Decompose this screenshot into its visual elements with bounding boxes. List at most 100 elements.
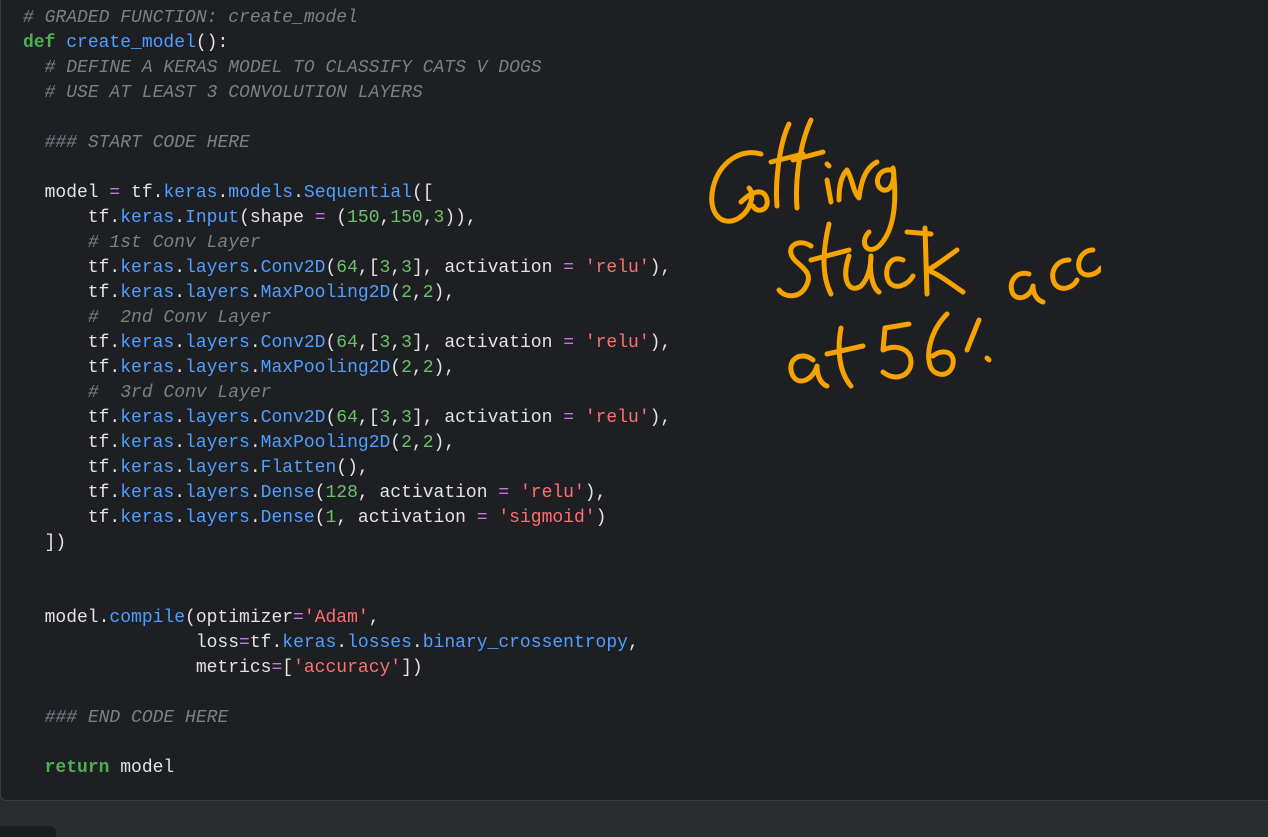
code-token: . xyxy=(174,333,186,353)
code-token: layers xyxy=(185,508,250,528)
code-token: Dense xyxy=(260,483,315,503)
code-token: 'accuracy' xyxy=(293,658,402,678)
code-token: model xyxy=(23,183,110,203)
code-token: , activation xyxy=(357,483,499,503)
code-token: 64 xyxy=(336,333,358,353)
code-token: = xyxy=(476,508,488,528)
code-token: . xyxy=(249,483,261,503)
code-line: loss=tf.keras.losses.binary_crossentropy… xyxy=(23,631,671,656)
code-token: . xyxy=(249,333,261,353)
code-token: ,[ xyxy=(357,333,380,353)
code-token: , xyxy=(390,258,402,278)
code-token: ( xyxy=(390,358,402,378)
code-line: tf.keras.layers.Conv2D(64,[3,3], activat… xyxy=(23,256,671,281)
code-token: ), xyxy=(584,483,607,503)
code-token: . xyxy=(174,258,186,278)
code-token: . xyxy=(217,183,229,203)
code-token: tf. xyxy=(23,458,121,478)
code-token: keras xyxy=(120,433,175,453)
code-token: MaxPooling2D xyxy=(260,433,391,453)
code-token: ( xyxy=(390,433,402,453)
code-line: model.compile(optimizer='Adam', xyxy=(23,606,671,631)
code-token: keras xyxy=(120,358,175,378)
code-token: = xyxy=(239,633,250,653)
code-token: 64 xyxy=(336,258,358,278)
code-token: 'relu' xyxy=(519,483,585,503)
code-token: losses xyxy=(347,633,412,653)
code-token: 'relu' xyxy=(584,258,650,278)
code-token: 2 xyxy=(422,433,434,453)
code-token: 64 xyxy=(336,408,358,428)
code-token: . xyxy=(174,458,186,478)
code-token: 'relu' xyxy=(584,408,650,428)
code-token: , xyxy=(390,408,402,428)
code-token: 3 xyxy=(401,408,412,428)
code-token: )), xyxy=(444,208,477,228)
code-token: (): xyxy=(195,33,229,53)
code-line: model = tf.keras.models.Sequential([ xyxy=(23,181,671,206)
code-token: (shape xyxy=(239,208,315,228)
code-token: ], activation xyxy=(411,258,564,278)
code-token: , xyxy=(411,433,423,453)
code-line: tf.keras.Input(shape = (150,150,3)), xyxy=(23,206,671,231)
code-line: return model xyxy=(23,756,671,781)
code-token: . xyxy=(249,408,261,428)
code-line: # GRADED FUNCTION: create_model xyxy=(23,6,671,31)
code-token: ,[ xyxy=(357,408,380,428)
code-line: ]) xyxy=(23,531,671,556)
code-editor[interactable]: # GRADED FUNCTION: create_model def creat… xyxy=(23,6,671,781)
code-token: Conv2D xyxy=(260,333,326,353)
code-token: keras xyxy=(120,283,175,303)
code-token: MaxPooling2D xyxy=(260,358,391,378)
code-token: keras xyxy=(120,483,175,503)
code-token: keras xyxy=(120,258,175,278)
code-token: Dense xyxy=(260,508,315,528)
code-line: tf.keras.layers.Conv2D(64,[3,3], activat… xyxy=(23,331,671,356)
code-token: ( xyxy=(325,258,337,278)
code-token: . xyxy=(293,183,304,203)
code-token: . xyxy=(174,358,186,378)
code-token: def xyxy=(23,33,56,53)
code-token: = xyxy=(563,408,574,428)
code-line: ### END CODE HERE xyxy=(23,706,671,731)
code-token: keras xyxy=(120,333,175,353)
code-token: layers xyxy=(185,483,250,503)
code-token: keras xyxy=(282,633,337,653)
code-line: # 3rd Conv Layer xyxy=(23,381,671,406)
code-token: . xyxy=(249,283,261,303)
code-token: layers xyxy=(185,458,250,478)
code-token: keras xyxy=(120,458,175,478)
code-token: tf. xyxy=(23,333,121,353)
code-token: ], activation xyxy=(411,408,564,428)
code-token: = xyxy=(563,333,574,353)
code-token: , xyxy=(411,358,423,378)
code-token: ], activation xyxy=(411,333,564,353)
code-token: model. xyxy=(23,608,110,628)
code-token: 2 xyxy=(422,283,434,303)
code-token: . xyxy=(174,508,186,528)
code-token: . xyxy=(336,633,348,653)
code-token: ]) xyxy=(23,533,67,553)
code-token: [ xyxy=(282,658,294,678)
code-token: . xyxy=(249,458,261,478)
code-token: = xyxy=(563,258,574,278)
code-token: 3 xyxy=(379,258,391,278)
code-token: . xyxy=(411,633,423,653)
code-cell[interactable]: # GRADED FUNCTION: create_model def creat… xyxy=(0,0,1268,801)
code-token: ### END CODE HERE xyxy=(44,708,229,728)
code-token: , xyxy=(390,333,402,353)
code-token: ]) xyxy=(401,658,423,678)
code-line: tf.keras.layers.MaxPooling2D(2,2), xyxy=(23,431,671,456)
code-token: . xyxy=(174,208,186,228)
status-tab[interactable] xyxy=(0,826,56,837)
code-token: 150 xyxy=(390,208,423,228)
code-token: , xyxy=(368,608,380,628)
